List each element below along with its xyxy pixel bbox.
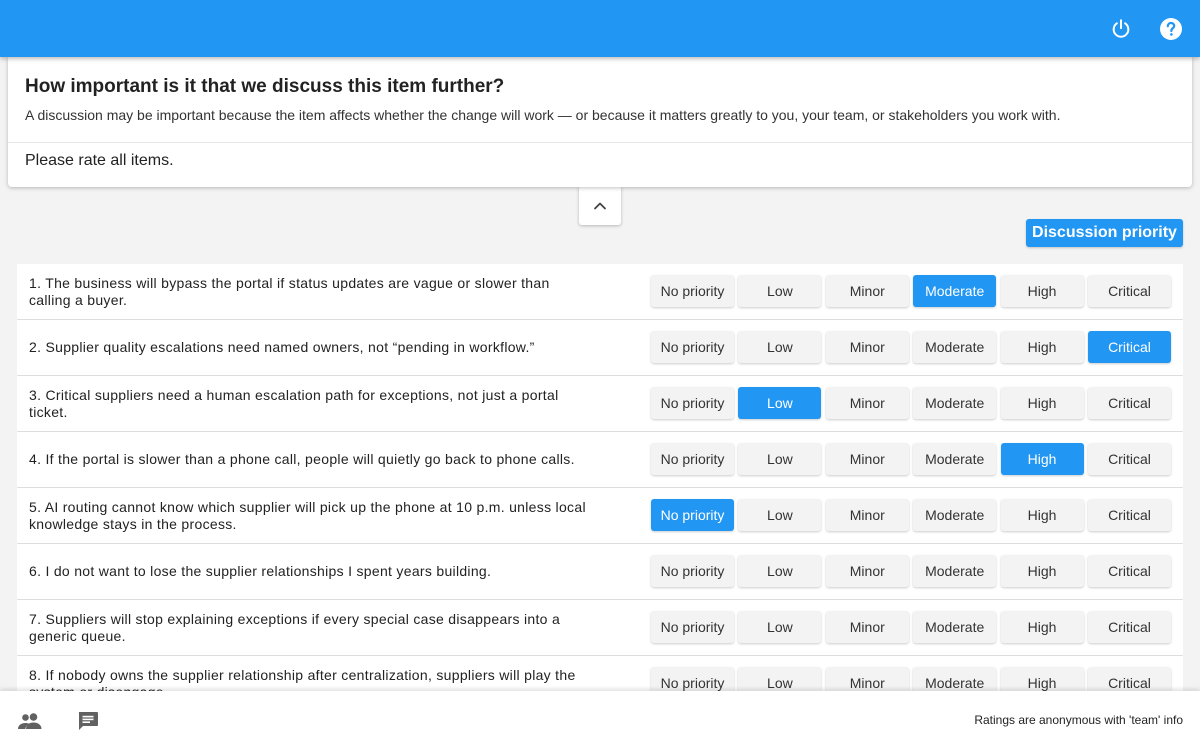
priority-option-button[interactable]: Low	[738, 275, 822, 307]
priority-option-button[interactable]: Critical	[1087, 443, 1171, 475]
priority-option-button[interactable]: Moderate	[913, 555, 997, 587]
item-statement-container: 7. Suppliers will stop explaining except…	[29, 600, 629, 655]
rating-row: 2. Supplier quality escalations need nam…	[17, 320, 1183, 375]
item-statement: 8. If nobody owns the supplier relations…	[29, 666, 576, 692]
priority-option-button[interactable]: Moderate	[913, 611, 997, 643]
priority-option-button[interactable]: Minor	[825, 499, 909, 531]
priority-option-button[interactable]: No priority	[651, 499, 734, 531]
item-statement-container: 6. I do not want to lose the supplier re…	[29, 544, 629, 599]
priority-option-button[interactable]: High	[1000, 331, 1084, 363]
priority-option-button[interactable]: No priority	[651, 331, 734, 363]
priority-option-button[interactable]: No priority	[651, 611, 734, 643]
item-statement: 7. Suppliers will stop explaining except…	[29, 610, 561, 644]
priority-option-button[interactable]: Moderate	[913, 499, 997, 531]
priority-option-button[interactable]: High	[1000, 611, 1084, 643]
priority-option-button[interactable]: No priority	[651, 667, 734, 691]
priority-option-button[interactable]: Low	[738, 331, 822, 363]
priority-options: No priority Low Minor Moderate High Critical	[651, 555, 1175, 587]
priority-option-button[interactable]: High	[1000, 275, 1084, 307]
power-icon[interactable]	[1106, 14, 1136, 44]
item-statement-container: 3. Critical suppliers need a human escal…	[29, 376, 629, 431]
collapse-button[interactable]	[579, 186, 621, 225]
priority-option-button[interactable]: High	[1000, 667, 1084, 691]
priority-option-button[interactable]: Low	[738, 555, 822, 587]
priority-option-button[interactable]: Minor	[825, 667, 909, 691]
anonymity-note: Ratings are anonymous with 'team' info	[974, 713, 1183, 727]
card-divider	[8, 142, 1192, 143]
priority-option-button[interactable]: Low	[738, 387, 822, 419]
priority-option-button[interactable]: Critical	[1087, 275, 1171, 307]
priority-option-button[interactable]: Low	[738, 499, 822, 531]
item-statement-container: 2. Supplier quality escalations need nam…	[29, 320, 629, 375]
priority-option-button[interactable]: Critical	[1087, 499, 1171, 531]
item-statement: 4. If the portal is slower than a phone …	[29, 451, 575, 467]
top-app-bar	[0, 0, 1200, 57]
item-statement: 3. Critical suppliers need a human escal…	[29, 386, 559, 420]
priority-options: No priority Low Minor Moderate High Critical	[651, 611, 1175, 643]
priority-option-button[interactable]: Moderate	[913, 331, 997, 363]
priority-option-button[interactable]: Minor	[825, 275, 909, 307]
rating-row: 3. Critical suppliers need a human escal…	[17, 376, 1183, 431]
rating-row: 7. Suppliers will stop explaining except…	[17, 600, 1183, 655]
item-statement-container: 5. AI routing cannot know which supplier…	[29, 488, 629, 543]
priority-options: No priority Low Minor Moderate High Critical	[651, 667, 1175, 691]
priority-options: No priority Low Minor Moderate High Critical	[651, 275, 1175, 307]
priority-option-button[interactable]: Minor	[825, 443, 909, 475]
priority-option-button[interactable]: Moderate	[913, 275, 997, 307]
priority-option-button[interactable]: No priority	[651, 443, 734, 475]
priority-option-button[interactable]: Minor	[825, 555, 909, 587]
item-statement-container: 4. If the portal is slower than a phone …	[29, 432, 629, 487]
priority-option-button[interactable]: High	[1000, 443, 1084, 475]
priority-options: No priority Low Minor Moderate High Critical	[651, 331, 1175, 363]
help-icon[interactable]	[1156, 14, 1186, 44]
item-statement: 1. The business will bypass the portal i…	[29, 274, 550, 308]
priority-option-button[interactable]: Moderate	[913, 387, 997, 419]
priority-option-button[interactable]: Critical	[1087, 555, 1171, 587]
bottom-bar: Ratings are anonymous with 'team' info	[0, 691, 1200, 750]
rating-row: 5. AI routing cannot know which supplier…	[17, 488, 1183, 543]
people-icon[interactable]	[17, 708, 43, 734]
priority-option-button[interactable]: No priority	[651, 555, 734, 587]
priority-option-button[interactable]: No priority	[651, 387, 734, 419]
item-statement: 5. AI routing cannot know which supplier…	[29, 498, 586, 532]
rating-row: 6. I do not want to lose the supplier re…	[17, 544, 1183, 599]
priority-option-button[interactable]: Critical	[1087, 387, 1171, 419]
priority-option-button[interactable]: Minor	[825, 331, 909, 363]
priority-option-button[interactable]: Low	[738, 667, 822, 691]
priority-option-button[interactable]: Minor	[825, 387, 909, 419]
priority-option-button[interactable]: High	[1000, 499, 1084, 531]
item-statement-container: 1. The business will bypass the portal i…	[29, 264, 629, 319]
rating-row: 8. If nobody owns the supplier relations…	[17, 656, 1183, 691]
rating-row: 1. The business will bypass the portal i…	[17, 264, 1183, 319]
question-title: How important is it that we discuss this…	[25, 76, 505, 97]
rating-list: 1. The business will bypass the portal i…	[17, 264, 1183, 691]
priority-options: No priority Low Minor Moderate High Critical	[651, 443, 1175, 475]
chat-icon[interactable]	[75, 708, 101, 734]
priority-option-button[interactable]: Low	[738, 443, 822, 475]
question-description: A discussion may be important because th…	[25, 107, 1061, 123]
priority-option-button[interactable]: No priority	[651, 275, 734, 307]
item-statement: 6. I do not want to lose the supplier re…	[29, 563, 492, 579]
priority-option-button[interactable]: Critical	[1087, 331, 1171, 363]
priority-option-button[interactable]: Moderate	[913, 443, 997, 475]
priority-option-button[interactable]: Minor	[825, 611, 909, 643]
priority-option-button[interactable]: Moderate	[913, 667, 997, 691]
priority-option-button[interactable]: High	[1000, 387, 1084, 419]
item-statement-container: 8. If nobody owns the supplier relations…	[29, 656, 629, 692]
priority-option-button[interactable]: Critical	[1087, 667, 1171, 691]
rating-row: 4. If the portal is slower than a phone …	[17, 432, 1183, 487]
question-card: How important is it that we discuss this…	[8, 57, 1192, 187]
item-statement: 2. Supplier quality escalations need nam…	[29, 339, 535, 355]
chevron-up-icon	[594, 202, 606, 209]
priority-options: No priority Low Minor Moderate High Critical	[651, 387, 1175, 419]
priority-options: No priority Low Minor Moderate High Critical	[651, 499, 1175, 531]
discussion-priority-heading: Discussion priority	[1026, 219, 1183, 247]
priority-option-button[interactable]: High	[1000, 555, 1084, 587]
priority-option-button[interactable]: Low	[738, 611, 822, 643]
priority-option-button[interactable]: Critical	[1087, 611, 1171, 643]
rating-instruction: Please rate all items.	[25, 152, 174, 169]
